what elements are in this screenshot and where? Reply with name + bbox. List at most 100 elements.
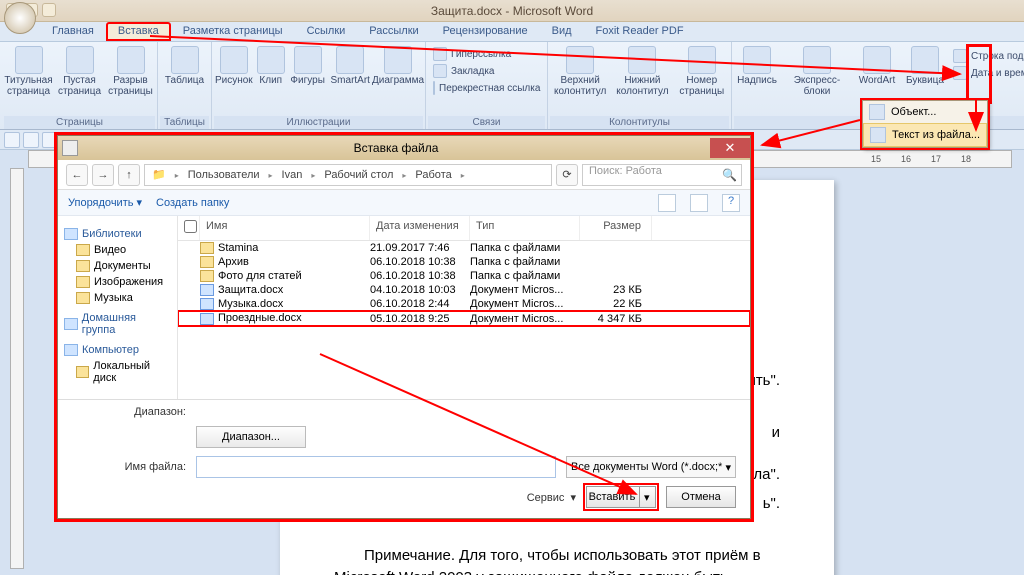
page-number-icon [688, 46, 716, 74]
nav-refresh-button[interactable]: ⟳ [556, 164, 578, 186]
qat2-save-icon[interactable] [4, 132, 20, 148]
file-row[interactable]: Stamina21.09.2017 7:46Папка с файлами [178, 241, 750, 255]
doc-icon [200, 298, 214, 310]
tools-button[interactable]: Сервис ▾ [527, 491, 576, 504]
dialog-bottom: Диапазон: Диапазон... Имя файла: Все док… [58, 399, 750, 518]
page-break-button[interactable]: Разрыв страницы [106, 46, 155, 97]
cross-ref-icon [433, 81, 435, 95]
clip-button[interactable]: Клип [256, 46, 286, 87]
col-name[interactable]: Имя [200, 216, 370, 240]
help-button[interactable]: ? [722, 194, 740, 212]
breadcrumb[interactable]: 📁 Пользователи Ivan Рабочий стол Работа [144, 164, 552, 186]
dropcap-icon [911, 46, 939, 74]
tab-insert[interactable]: Вставка [106, 22, 171, 41]
nav-music[interactable]: Музыка [62, 290, 173, 306]
nav-homegroup[interactable]: Домашняя группа [62, 310, 173, 338]
file-row[interactable]: Фото для статей06.10.2018 10:38Папка с ф… [178, 269, 750, 283]
col-date[interactable]: Дата изменения [370, 216, 470, 240]
file-list-header[interactable]: Имя Дата изменения Тип Размер [178, 216, 750, 241]
qat2-open-icon[interactable] [23, 132, 39, 148]
picture-button[interactable]: Рисунок [214, 46, 254, 87]
hyperlink-button[interactable]: Гиперссылка [430, 46, 543, 62]
nav-forward-button[interactable]: → [92, 164, 114, 186]
smartart-button[interactable]: SmartArt [329, 46, 371, 87]
tab-foxit[interactable]: Foxit Reader PDF [584, 22, 696, 41]
doc-icon [200, 313, 214, 325]
hyperlink-icon [433, 47, 447, 61]
insert-dropdown-icon[interactable]: ▾ [639, 487, 653, 507]
qat-redo-icon[interactable] [42, 3, 56, 17]
picture-icon [220, 46, 248, 74]
tab-view[interactable]: Вид [540, 22, 584, 41]
wordart-button[interactable]: WordArt [854, 46, 900, 87]
bookmark-icon [433, 64, 447, 78]
ruler-vertical[interactable] [10, 168, 24, 569]
blank-page-button[interactable]: Пустая страница [55, 46, 104, 97]
textbox-icon [743, 46, 771, 74]
footer-button[interactable]: Нижний колонтитул [612, 46, 672, 97]
range-label: Диапазон: [114, 406, 186, 418]
tab-home[interactable]: Главная [40, 22, 106, 41]
shapes-button[interactable]: Фигуры [288, 46, 328, 87]
preview-pane-button[interactable] [690, 194, 708, 212]
nav-back-button[interactable]: ← [66, 164, 88, 186]
group-header-footer-label: Колонтитулы [550, 116, 729, 129]
chart-button[interactable]: Диаграмма [373, 46, 423, 87]
cancel-button[interactable]: Отмена [666, 486, 736, 508]
col-size[interactable]: Размер [580, 216, 652, 240]
doc-icon [200, 284, 214, 296]
shapes-icon [294, 46, 322, 74]
nav-libraries[interactable]: Библиотеки [62, 226, 173, 242]
dialog-nav: ← → ↑ 📁 Пользователи Ivan Рабочий стол Р… [58, 160, 750, 190]
object-menu-object[interactable]: Объект... [863, 101, 987, 123]
nav-up-button[interactable]: ↑ [118, 164, 140, 186]
tab-review[interactable]: Рецензирование [431, 22, 540, 41]
file-list[interactable]: Имя Дата изменения Тип Размер Stamina21.… [178, 216, 750, 399]
file-row[interactable]: Защита.docx04.10.2018 10:03Документ Micr… [178, 283, 750, 297]
new-folder-button[interactable]: Создать папку [156, 197, 229, 209]
file-filter-select[interactable]: Все документы Word (*.docx;*▾ [566, 456, 736, 478]
dropcap-button[interactable]: Буквица [902, 46, 948, 87]
range-button[interactable]: Диапазон... [196, 426, 306, 448]
object-menu-text-from-file[interactable]: Текст из файла... [863, 123, 987, 147]
file-row[interactable]: Музыка.docx06.10.2018 2:44Документ Micro… [178, 297, 750, 311]
folder-icon [200, 242, 214, 254]
textbox-button[interactable]: Надпись [734, 46, 780, 87]
nav-localdisk[interactable]: Локальный диск [62, 358, 173, 386]
cover-page-button[interactable]: Титульная страница [4, 46, 53, 97]
object-dropdown-highlight[interactable] [966, 44, 992, 104]
organize-button[interactable]: Упорядочить ▾ [68, 196, 142, 209]
folder-icon [200, 270, 214, 282]
page-number-button[interactable]: Номер страницы [675, 46, 729, 97]
office-button[interactable] [4, 2, 36, 34]
nav-pane: Библиотеки Видео Документы Изображения М… [58, 216, 178, 399]
tab-references[interactable]: Ссылки [295, 22, 358, 41]
view-options-button[interactable] [658, 194, 676, 212]
nav-video[interactable]: Видео [62, 242, 173, 258]
dialog-close-button[interactable]: ✕ [710, 138, 750, 158]
bookmark-button[interactable]: Закладка [430, 63, 543, 79]
cross-reference-button[interactable]: Перекрестная ссылка [430, 80, 543, 96]
nav-pictures[interactable]: Изображения [62, 274, 173, 290]
table-button[interactable]: Таблица [160, 46, 209, 87]
col-type[interactable]: Тип [470, 216, 580, 240]
nav-computer[interactable]: Компьютер [62, 342, 173, 358]
clip-icon [257, 46, 285, 74]
search-input[interactable]: Поиск: Работа 🔍 [582, 164, 742, 186]
insert-button[interactable]: Вставить▾ [586, 486, 656, 508]
libraries-icon [64, 228, 78, 240]
filename-input[interactable] [196, 456, 556, 478]
select-all-checkbox[interactable] [184, 220, 197, 233]
date-icon [953, 66, 967, 80]
nav-documents[interactable]: Документы [62, 258, 173, 274]
header-button[interactable]: Верхний колонтитул [550, 46, 610, 97]
file-row[interactable]: Архив06.10.2018 10:38Папка с файлами [178, 255, 750, 269]
insert-file-dialog: Вставка файла ✕ ← → ↑ 📁 Пользователи Iva… [57, 135, 751, 519]
quick-parts-button[interactable]: Экспресс-блоки [782, 46, 852, 97]
tab-page-layout[interactable]: Разметка страницы [171, 22, 295, 41]
dialog-titlebar: Вставка файла ✕ [58, 136, 750, 160]
smartart-icon [336, 46, 364, 74]
object-icon [869, 104, 885, 120]
file-row[interactable]: Проездные.docx05.10.2018 9:25Документ Mi… [178, 311, 750, 325]
tab-mailings[interactable]: Рассылки [357, 22, 430, 41]
